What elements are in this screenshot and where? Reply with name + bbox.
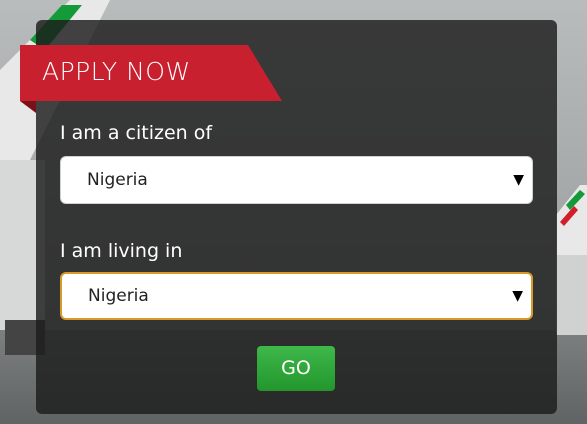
ribbon-fold [20, 101, 36, 113]
chevron-down-icon: ▼ [513, 172, 524, 188]
apply-now-title: APPLY NOW [42, 57, 191, 86]
citizen-label: I am a citizen of [60, 122, 213, 144]
living-select[interactable]: Nigeria ▼ [60, 272, 533, 320]
living-select-value: Nigeria [88, 286, 149, 306]
go-button[interactable]: GO [257, 346, 335, 391]
chevron-down-icon: ▼ [512, 288, 523, 304]
citizen-select[interactable]: Nigeria ▼ [60, 156, 533, 204]
living-label: I am living in [60, 240, 183, 262]
citizen-select-value: Nigeria [87, 170, 148, 190]
